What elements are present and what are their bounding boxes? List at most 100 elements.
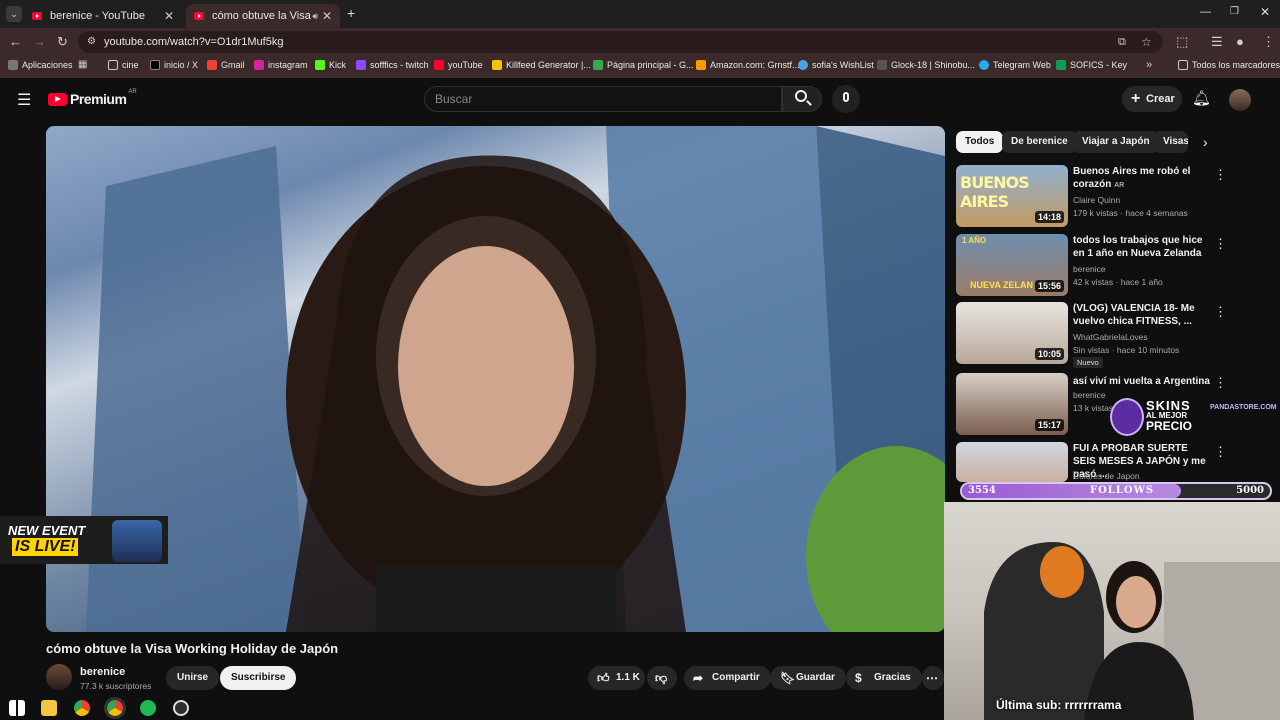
video-title[interactable]: así viví mi vuelta a Argentina	[1073, 375, 1211, 388]
channel-name[interactable]: berenice	[80, 666, 125, 678]
tab-search-dropdown-icon[interactable]: ⌄	[6, 6, 22, 22]
recommendation-item[interactable]: BUENOS AIRES 14:18 Buenos Aires me robó …	[956, 165, 1256, 227]
bookmark-telegram[interactable]: Telegram Web	[979, 60, 1051, 70]
chevron-right-icon[interactable]: ›	[1203, 134, 1208, 150]
video-title[interactable]: todos los trabajos que hice en 1 año en …	[1073, 234, 1211, 260]
video-player[interactable]	[46, 126, 945, 632]
chip-from-channel[interactable]: De berenice	[1002, 131, 1077, 153]
file-explorer-icon[interactable]	[41, 700, 57, 716]
bookmark-instagram[interactable]: instagram	[254, 60, 308, 70]
telegram-icon	[979, 60, 989, 70]
region-code: AR	[128, 89, 137, 95]
reading-list-icon[interactable]: ☰	[1211, 34, 1223, 50]
close-tab-icon[interactable]: ✕	[164, 9, 174, 23]
more-actions-button[interactable]: ⋯	[922, 666, 944, 690]
channel-name[interactable]: berenice	[1073, 390, 1106, 400]
video-thumbnail[interactable]: BUENOS AIRES 14:18	[956, 165, 1068, 227]
notifications-bell-icon[interactable]: 🔔︎	[1192, 89, 1211, 107]
bookmark-killfeed[interactable]: Killfeed Generator |...	[492, 60, 591, 70]
bookmark-amazon[interactable]: Amazon.com: Grnstf...	[696, 60, 800, 70]
like-button[interactable]: 👍︎ 1.1 K	[588, 666, 645, 690]
save-button[interactable]: 🔖︎ Guardar	[770, 666, 846, 690]
account-avatar[interactable]	[1229, 89, 1251, 111]
chrome-active-icon[interactable]	[104, 697, 126, 719]
thanks-button[interactable]: $ Gracias	[846, 666, 922, 690]
subscribe-button[interactable]: Suscribirse	[220, 666, 297, 690]
spotify-icon[interactable]	[140, 700, 156, 716]
tab-groups-icon[interactable]: ▦	[78, 59, 87, 70]
plus-icon: +	[1131, 90, 1141, 107]
restore-icon[interactable]: ❐	[1230, 6, 1239, 17]
video-thumbnail[interactable]	[956, 442, 1068, 482]
recommendation-item[interactable]: 10:05 (VLOG) VALENCIA 18- Me vuelvo chic…	[956, 302, 1256, 368]
more-options-icon[interactable]: ⋮	[1214, 444, 1227, 460]
recommendation-item[interactable]: 1 AÑO NUEVA ZELAN 15:56 todos los trabaj…	[956, 234, 1256, 296]
all-bookmarks[interactable]: Todos los marcadores	[1178, 60, 1280, 70]
new-tab-button[interactable]: +	[347, 5, 355, 21]
video-thumbnail[interactable]: 1 AÑO NUEVA ZELAN 15:56	[956, 234, 1068, 296]
menu-kebab-icon[interactable]: ⋮	[1262, 34, 1275, 50]
more-bookmarks-icon[interactable]: »	[1146, 59, 1152, 71]
tab-current-video[interactable]: cómo obtuve la Visa Workin 🔊︎ ✕	[186, 4, 340, 28]
bookmark-wishlist[interactable]: sofia's WishList	[798, 60, 874, 70]
character-art	[112, 520, 162, 562]
search-input[interactable]: Buscar	[424, 86, 782, 112]
more-options-icon[interactable]: ⋮	[1214, 167, 1227, 183]
site-info-icon[interactable]: ⚙	[87, 31, 96, 53]
channel-name[interactable]: berenice	[1073, 264, 1106, 274]
bookmark-apps[interactable]: Aplicaciones	[8, 60, 73, 70]
bookmark-star-icon[interactable]: ☆	[1141, 31, 1152, 53]
obs-icon[interactable]	[173, 700, 189, 716]
bookmark-youtube[interactable]: youTube	[434, 60, 483, 70]
channel-name[interactable]: Colores de Japon	[1073, 471, 1140, 481]
dislike-button[interactable]: 👎︎	[647, 666, 677, 690]
kick-icon	[315, 60, 325, 70]
create-button[interactable]: + Crear	[1122, 86, 1182, 112]
bookmark-glock[interactable]: Glock-18 | Shinobu...	[877, 60, 975, 70]
share-button[interactable]: ➦ Compartir	[684, 666, 771, 690]
chip-visas[interactable]: Visas	[1154, 131, 1188, 153]
reload-icon[interactable]: ↻	[57, 34, 68, 50]
channel-avatar[interactable]	[46, 664, 72, 690]
folder-icon	[108, 60, 118, 70]
back-icon[interactable]: ←	[9, 34, 22, 50]
bookmark-cine[interactable]: cine	[108, 60, 139, 70]
address-bar[interactable]: ⚙ youtube.com/watch?v=O1dr1Muf5kg ⧉ ☆	[78, 31, 1163, 53]
video-thumbnail[interactable]: 15:17	[956, 373, 1068, 435]
forward-icon[interactable]: →	[33, 34, 46, 50]
bookmark-sofics-key[interactable]: SOFICS - Key	[1056, 60, 1127, 70]
url-text: youtube.com/watch?v=O1dr1Muf5kg	[104, 36, 284, 48]
chip-travel-japan[interactable]: Viajar a Japón	[1073, 131, 1159, 153]
profile-icon[interactable]: ●	[1236, 34, 1244, 50]
bookmark-x[interactable]: inicio / X	[150, 60, 198, 70]
video-thumbnail[interactable]: 10:05	[956, 302, 1068, 364]
voice-search-button[interactable]	[832, 85, 860, 113]
channel-name[interactable]: Claire Quinn	[1073, 195, 1120, 205]
join-button[interactable]: Unirse	[166, 666, 220, 690]
video-meta: 179 k vistas · hace 4 semanas	[1073, 208, 1188, 218]
more-options-icon[interactable]: ⋮	[1214, 236, 1227, 252]
minimize-icon[interactable]: —	[1200, 6, 1211, 18]
tab-berenice-youtube[interactable]: berenice - YouTube ✕	[24, 4, 182, 28]
video-title[interactable]: (VLOG) VALENCIA 18- Me vuelvo chica FITN…	[1073, 302, 1211, 328]
bookmark-gmail[interactable]: Gmail	[207, 60, 245, 70]
more-options-icon[interactable]: ⋮	[1214, 304, 1227, 320]
windows-start-icon[interactable]	[9, 700, 25, 716]
chrome-icon[interactable]	[74, 700, 90, 716]
chip-all[interactable]: Todos	[956, 131, 1004, 153]
extensions-icon[interactable]: ⬚	[1176, 34, 1188, 50]
youtube-logo[interactable]: Premium AR	[48, 89, 137, 107]
bookmark-kick[interactable]: Kick	[315, 60, 346, 70]
bookmark-twitch[interactable]: sofffics - twitch	[356, 60, 429, 70]
hamburger-menu-icon[interactable]: ☰	[17, 90, 31, 110]
more-options-icon[interactable]: ⋮	[1214, 375, 1227, 391]
search-button[interactable]	[782, 86, 822, 112]
bookmark-drive[interactable]: Página principal - G...	[593, 60, 694, 70]
close-window-icon[interactable]: ✕	[1260, 5, 1270, 19]
recommendation-item[interactable]: FUI A PROBAR SUERTE SEIS MESES A JAPÓN y…	[956, 442, 1256, 482]
video-title[interactable]: Buenos Aires me robó el corazón AR	[1073, 165, 1211, 192]
channel-name[interactable]: WhatGabrielaLoves	[1073, 332, 1148, 342]
install-app-icon[interactable]: ⧉	[1118, 31, 1126, 53]
speaker-icon[interactable]: 🔊︎	[312, 11, 318, 22]
close-tab-icon[interactable]: ✕	[322, 9, 332, 23]
